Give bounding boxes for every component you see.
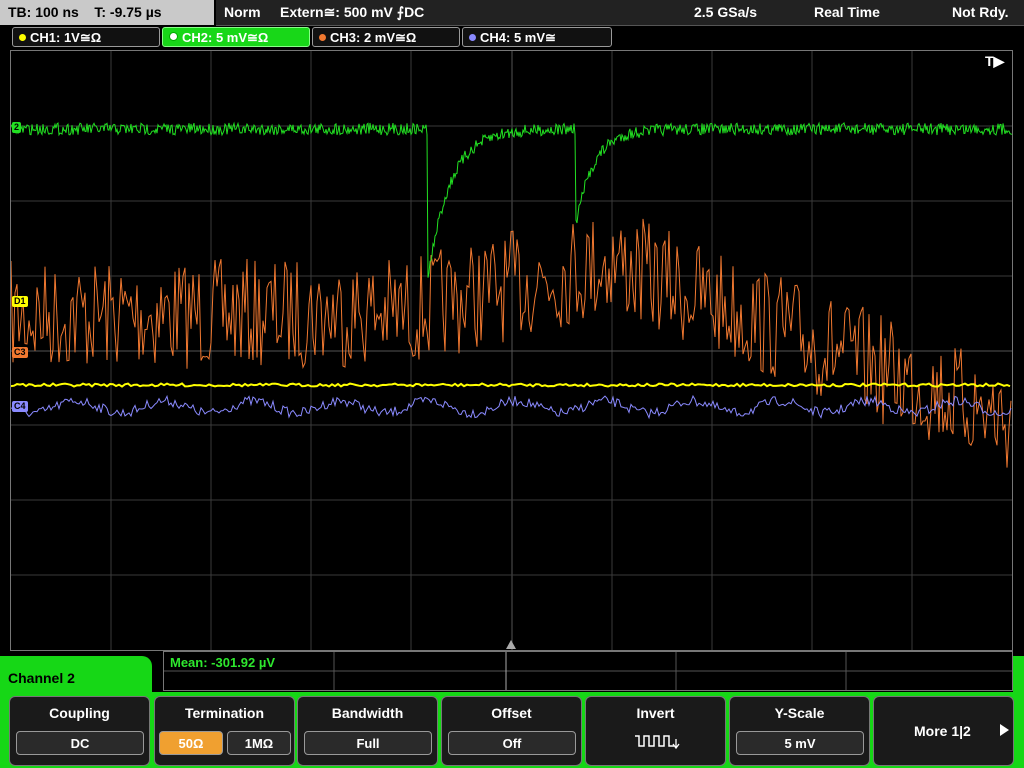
- bandwidth-softkey[interactable]: Bandwidth Full: [297, 696, 438, 766]
- waveform-svg: [11, 51, 1012, 650]
- ch2-color-dot: [169, 32, 178, 41]
- trigger-mode-label: Norm: [224, 4, 261, 20]
- tab-ch1[interactable]: CH1: 1V≅Ω: [12, 27, 160, 47]
- coupling-softkey[interactable]: Coupling DC: [9, 696, 150, 766]
- offset-value-button[interactable]: Off: [448, 731, 576, 755]
- more-softkey[interactable]: More 1|2: [873, 696, 1014, 766]
- menu-title: Channel 2: [8, 670, 75, 686]
- measurement-grid: [164, 652, 1012, 690]
- tab-ch3[interactable]: CH3: 2 mV≅Ω: [312, 27, 460, 47]
- ch2-label: CH2: 5 mV≅Ω: [182, 30, 269, 45]
- measurement-panel[interactable]: [163, 651, 1013, 691]
- yscale-title: Y-Scale: [774, 705, 825, 721]
- ch4-trace: [11, 394, 1012, 420]
- bandwidth-title: Bandwidth: [331, 705, 404, 721]
- ch3-label: CH3: 2 mV≅Ω: [330, 30, 417, 45]
- play-arrow-icon: [1000, 724, 1009, 736]
- ch4-offset-marker[interactable]: C4: [12, 401, 28, 412]
- ch3-trace: [11, 218, 1012, 468]
- graticule: [11, 51, 1012, 650]
- ch1-label: CH1: 1V≅Ω: [30, 30, 102, 45]
- trigger-position-flag[interactable]: T▶: [985, 53, 1004, 70]
- ch4-label: CH4: 5 mV≅: [480, 30, 556, 45]
- acq-mode-label: Real Time: [814, 4, 880, 20]
- termination-softkey[interactable]: Termination 50Ω 1MΩ: [154, 696, 295, 766]
- ch3-color-dot: [319, 34, 326, 41]
- ch2-offset-marker[interactable]: 2: [12, 122, 22, 133]
- run-state-label: Not Rdy.: [952, 4, 1009, 20]
- more-title: More 1|2: [914, 723, 971, 739]
- menu-edge-strip: [1013, 656, 1024, 768]
- coupling-title: Coupling: [49, 705, 110, 721]
- offset-softkey[interactable]: Offset Off: [441, 696, 582, 766]
- timebase-label: TB: 100 ns: [8, 4, 79, 20]
- trigger-time-label: T: -9.75 µs: [94, 4, 162, 20]
- invert-waveform-icon: [635, 735, 680, 750]
- ch3-offset-marker[interactable]: C3: [12, 347, 28, 358]
- bandwidth-value-button[interactable]: Full: [304, 731, 432, 755]
- ch1-offset-marker[interactable]: D1: [12, 296, 28, 307]
- acquisition-status-bar[interactable]: Norm Extern≅: 500 mV ⨍DC 2.5 GSa/s Real …: [216, 0, 1024, 26]
- ch1-color-dot: [19, 34, 26, 41]
- yscale-value-button[interactable]: 5 mV: [736, 731, 864, 755]
- ch4-color-dot: [469, 34, 476, 41]
- coupling-value-button[interactable]: DC: [16, 731, 144, 755]
- yscale-softkey[interactable]: Y-Scale 5 mV: [729, 696, 870, 766]
- invert-title: Invert: [636, 705, 675, 721]
- trigger-source-label: Extern≅: 500 mV ⨍DC: [280, 4, 425, 20]
- ch1-trace: [11, 382, 1011, 388]
- timebase-status[interactable]: TB: 100 ns T: -9.75 µs: [0, 0, 214, 25]
- invert-softkey[interactable]: Invert: [585, 696, 726, 766]
- waveform-display[interactable]: [10, 50, 1013, 651]
- termination-50ohm-button[interactable]: 50Ω: [159, 731, 223, 755]
- tab-ch4[interactable]: CH4: 5 mV≅: [462, 27, 612, 47]
- sample-rate-label: 2.5 GSa/s: [694, 4, 758, 20]
- termination-title: Termination: [184, 705, 265, 721]
- offset-title: Offset: [491, 705, 532, 721]
- tab-ch2[interactable]: CH2: 5 mV≅Ω: [162, 27, 310, 47]
- trigger-position-arrow-icon: [506, 640, 516, 649]
- termination-1mohm-button[interactable]: 1MΩ: [227, 731, 291, 755]
- mean-measurement: Mean: -301.92 µV: [170, 655, 276, 670]
